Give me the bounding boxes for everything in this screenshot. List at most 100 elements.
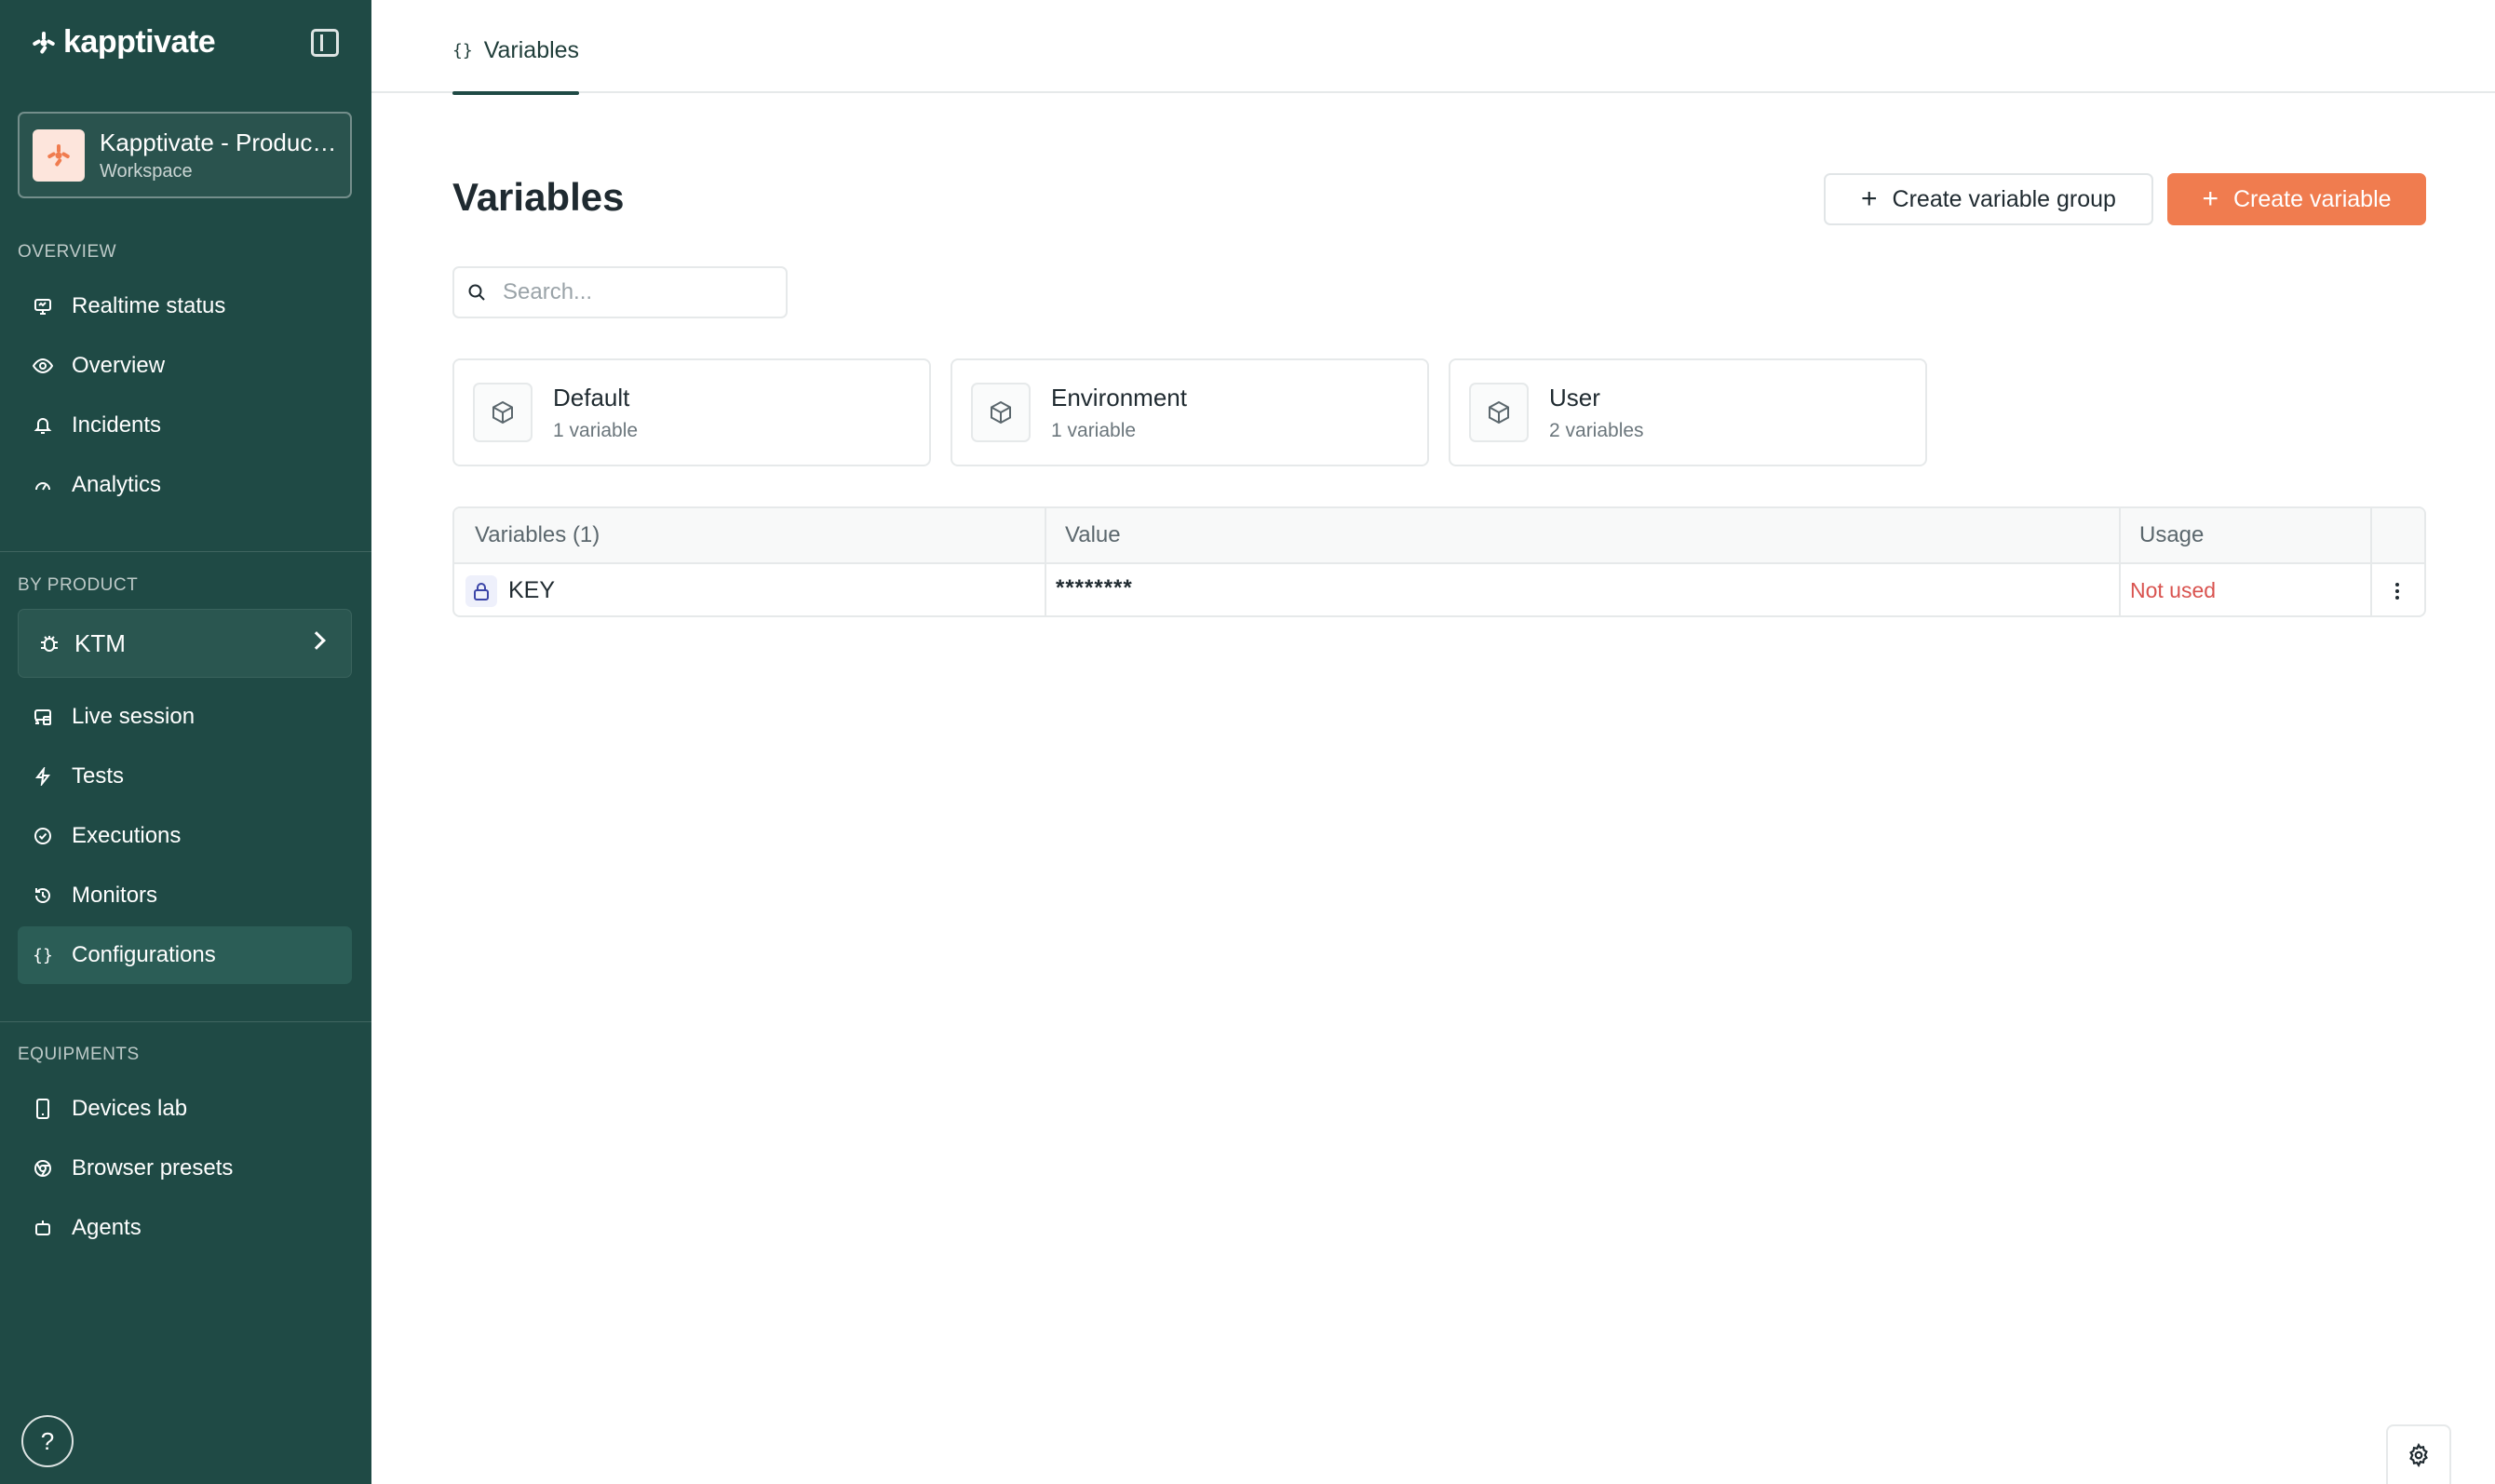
sidebar-item-label: Overview <box>72 353 166 378</box>
column-divider <box>2119 508 2121 562</box>
sidebar: kapptivate Kapptivate - Production Works… <box>0 0 371 1484</box>
tab-label: Variables <box>483 37 580 63</box>
sidebar-divider <box>0 551 371 552</box>
column-divider <box>1045 564 1046 615</box>
row-actions-menu-icon[interactable] <box>2370 564 2424 615</box>
lock-icon <box>465 574 497 607</box>
sidebar-collapse-icon[interactable] <box>311 29 339 57</box>
search-input[interactable] <box>503 279 763 305</box>
table-header: Variables (1) Value Usage <box>454 508 2424 564</box>
column-divider <box>1045 508 1046 562</box>
gear-icon <box>2409 1443 2428 1467</box>
help-button[interactable]: ? <box>21 1415 74 1467</box>
create-variable-button[interactable]: + Create variable <box>2167 173 2426 225</box>
tab-variables[interactable]: {} Variables <box>452 37 580 95</box>
create-variable-group-button[interactable]: + Create variable group <box>1824 173 2153 225</box>
plus-icon: + <box>2202 183 2219 214</box>
sidebar-item-configurations[interactable]: {} Configurations <box>18 926 352 984</box>
sidebar-item-label: Monitors <box>72 883 158 908</box>
product-selector-label: KTM <box>74 628 126 657</box>
workspace-name: Kapptivate - Production <box>100 128 342 156</box>
cube-icon <box>971 383 1031 442</box>
braces-icon: {} <box>452 41 473 61</box>
plus-icon: + <box>1861 183 1878 214</box>
sidebar-item-overview[interactable]: Overview <box>18 337 352 395</box>
sidebar-item-label: Realtime status <box>72 293 226 318</box>
variable-name: KEY <box>508 577 556 603</box>
column-divider <box>2370 508 2372 562</box>
help-icon: ? <box>40 1426 55 1455</box>
sidebar-item-label: Browser presets <box>72 1155 234 1180</box>
variables-table: Variables (1) Value Usage KEY ******** N… <box>452 506 2426 617</box>
page-title: Variables <box>452 175 625 219</box>
sidebar-divider <box>0 1021 371 1022</box>
sidebar-item-monitors[interactable]: Monitors <box>18 867 352 924</box>
variable-group-card-user[interactable]: User 2 variables <box>1449 358 1927 466</box>
sidebar-item-analytics[interactable]: Analytics <box>18 456 352 514</box>
section-label-by-product: BY PRODUCT <box>18 575 139 595</box>
kapptivate-logo-icon <box>33 31 55 53</box>
workspace-logo-icon <box>47 143 70 166</box>
bug-icon <box>41 636 58 652</box>
cast-icon <box>33 707 53 727</box>
eye-icon <box>33 356 53 376</box>
brand-logo[interactable]: kapptivate <box>32 24 216 61</box>
bolt-icon <box>33 766 53 787</box>
workspace-avatar <box>33 128 85 182</box>
sidebar-item-label: Devices lab <box>72 1096 188 1121</box>
product-selector[interactable]: KTM <box>18 609 352 678</box>
sidebar-item-browser-presets[interactable]: Browser presets <box>18 1140 352 1197</box>
chevron-right-icon <box>307 631 326 650</box>
column-header-value[interactable]: Value <box>1065 508 1121 562</box>
settings-button[interactable] <box>2386 1424 2451 1484</box>
sidebar-item-label: Incidents <box>72 412 162 438</box>
main-content: {} Variables Variables + Create variable… <box>371 0 2495 1484</box>
group-name: Default <box>553 383 630 411</box>
sidebar-item-realtime-status[interactable]: Realtime status <box>18 277 352 335</box>
brand-name: kapptivate <box>63 24 216 60</box>
create-variable-label: Create variable <box>2233 185 2392 212</box>
column-header-variables[interactable]: Variables (1) <box>475 508 600 562</box>
variable-value: ******** <box>1056 575 1133 600</box>
sidebar-item-label: Agents <box>72 1215 142 1240</box>
sidebar-item-incidents[interactable]: Incidents <box>18 397 352 454</box>
sidebar-item-label: Tests <box>72 763 125 789</box>
search-icon <box>468 284 485 301</box>
table-row[interactable]: KEY ******** Not used <box>454 564 2424 615</box>
monitor-icon <box>33 296 53 317</box>
search-box <box>452 266 788 318</box>
robot-icon <box>33 1218 53 1238</box>
phone-icon <box>33 1099 53 1119</box>
variable-name-cell: KEY <box>465 564 556 615</box>
group-count: 2 variables <box>1549 419 1644 441</box>
group-name: User <box>1549 383 1600 411</box>
sidebar-item-label: Configurations <box>72 942 216 967</box>
create-variable-group-label: Create variable group <box>1892 185 2116 212</box>
workspace-switcher[interactable]: Kapptivate - Production Workspace <box>18 112 352 198</box>
cube-icon <box>473 383 533 442</box>
variable-usage: Not used <box>2130 578 2217 602</box>
section-label-equipments: EQUIPMENTS <box>18 1045 140 1064</box>
column-divider <box>2119 564 2121 615</box>
group-name: Environment <box>1051 383 1187 411</box>
sidebar-item-label: Analytics <box>72 472 162 497</box>
gauge-icon <box>33 475 53 495</box>
sidebar-item-tests[interactable]: Tests <box>18 748 352 805</box>
section-label-overview: OVERVIEW <box>18 242 117 262</box>
sidebar-item-live-session[interactable]: Live session <box>18 688 352 746</box>
variable-group-card-environment[interactable]: Environment 1 variable <box>951 358 1429 466</box>
sidebar-item-agents[interactable]: Agents <box>18 1199 352 1257</box>
workspace-type: Workspace <box>100 160 193 182</box>
sidebar-item-label: Executions <box>72 823 182 848</box>
group-count: 1 variable <box>553 419 639 441</box>
column-header-usage[interactable]: Usage <box>2139 508 2204 562</box>
check-circle-icon <box>33 826 53 846</box>
variable-group-card-default[interactable]: Default 1 variable <box>452 358 931 466</box>
tab-bar: {} Variables <box>371 0 2495 95</box>
chrome-icon <box>33 1158 53 1179</box>
cube-icon <box>1469 383 1529 442</box>
sidebar-item-executions[interactable]: Executions <box>18 807 352 865</box>
sidebar-item-label: Live session <box>72 704 196 729</box>
sidebar-item-devices-lab[interactable]: Devices lab <box>18 1080 352 1138</box>
group-count: 1 variable <box>1051 419 1137 441</box>
